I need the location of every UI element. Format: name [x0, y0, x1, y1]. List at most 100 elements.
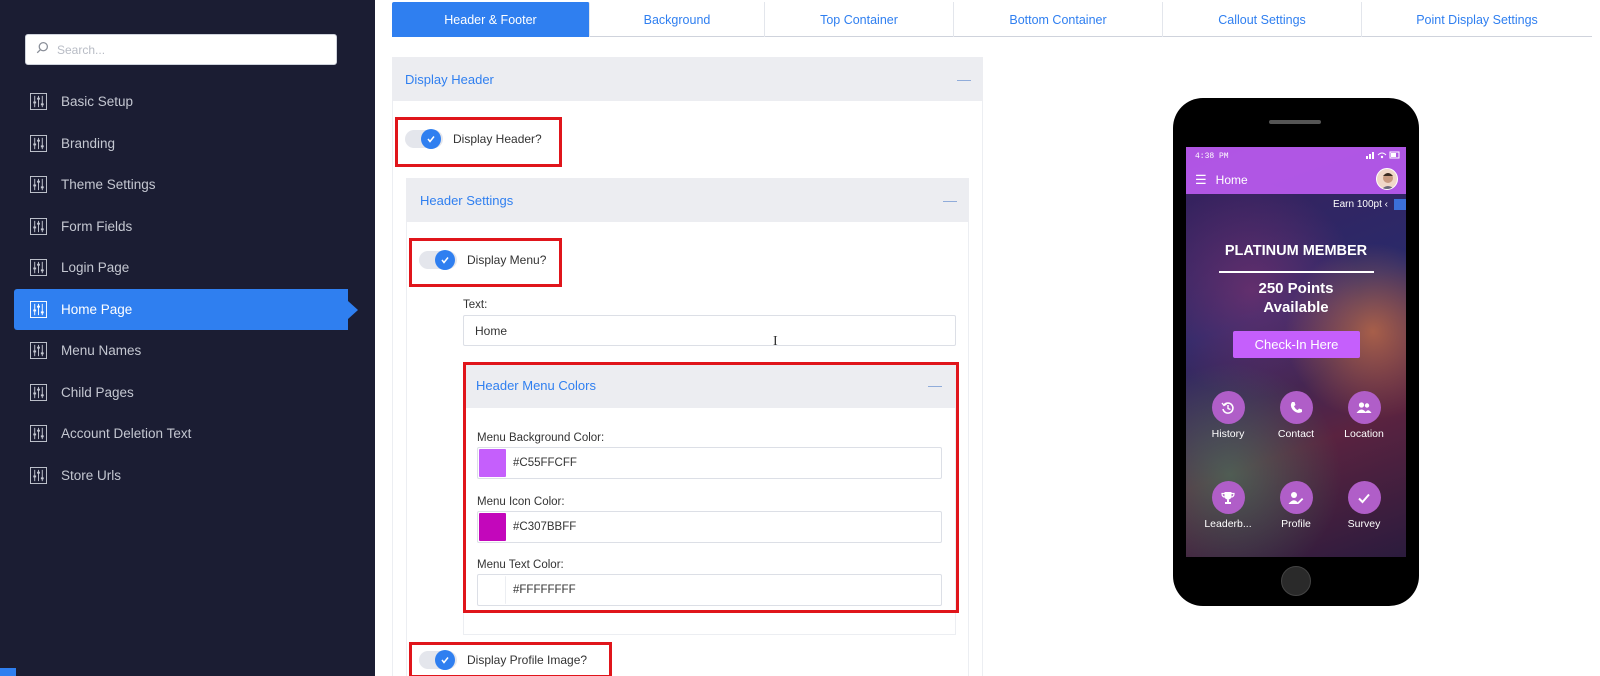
hamburger-menu-icon[interactable]: ☰: [1195, 172, 1207, 188]
app-header-title: Home: [1215, 172, 1248, 187]
sliders-icon: [30, 93, 47, 111]
phone-screen: 4:38 PM ☰ Home Earn 100pt ‹ PLATINUM MEM…: [1186, 147, 1406, 557]
tab-callout-settings[interactable]: Callout Settings: [1163, 2, 1362, 37]
check-icon: [435, 650, 455, 670]
phone-home-button: [1281, 566, 1311, 596]
corner-indicator: [0, 668, 16, 676]
sidebar-nav: Basic Setup Branding Theme Settings Form…: [14, 81, 358, 496]
phone-preview: 4:38 PM ☰ Home Earn 100pt ‹ PLATINUM MEM…: [1173, 98, 1419, 606]
sidebar-item-label: Basic Setup: [61, 94, 134, 110]
tile-label: Location: [1344, 428, 1384, 440]
display-header-toggle[interactable]: [405, 129, 443, 149]
sidebar: Basic Setup Branding Theme Settings Form…: [0, 0, 375, 676]
search-box[interactable]: [25, 34, 337, 65]
sidebar-item-theme-settings[interactable]: Theme Settings: [14, 164, 358, 206]
divider: [1219, 271, 1374, 273]
sidebar-item-label: Login Page: [61, 260, 130, 276]
check-in-button[interactable]: Check-In Here: [1233, 331, 1360, 358]
panel-title: Display Header: [405, 71, 494, 87]
sidebar-item-home-page[interactable]: Home Page: [14, 288, 358, 330]
menu-bg-color-field[interactable]: #C55FFCFF: [477, 447, 942, 479]
phone-speaker: [1269, 120, 1321, 124]
search-icon: [36, 41, 49, 59]
menu-bg-color-label: Menu Background Color:: [477, 432, 605, 444]
sidebar-item-menu-names[interactable]: Menu Names: [14, 330, 358, 372]
color-swatch[interactable]: [479, 513, 506, 541]
history-icon: [1211, 391, 1245, 424]
display-profile-toggle-row[interactable]: Display Profile Image?: [419, 650, 588, 670]
collapse-icon[interactable]: —: [943, 192, 957, 208]
sidebar-item-store-urls[interactable]: Store Urls: [14, 455, 358, 497]
menu-text-color-field[interactable]: #FFFFFFFF: [477, 574, 942, 606]
display-menu-toggle[interactable]: [419, 250, 457, 270]
color-value: #FFFFFFFF: [513, 584, 576, 596]
status-bar: 4:38 PM: [1186, 147, 1406, 165]
panel-title: Header Settings: [420, 192, 514, 208]
color-swatch[interactable]: [479, 449, 506, 477]
color-swatch[interactable]: [479, 576, 506, 604]
sliders-icon: [30, 466, 47, 484]
sliders-icon: [30, 425, 47, 443]
sliders-icon: [30, 259, 47, 277]
sidebar-item-form-fields[interactable]: Form Fields: [14, 206, 358, 248]
leaderboard-tile[interactable]: Leaderb...: [1198, 481, 1258, 530]
menu-icon-color-label: Menu Icon Color:: [477, 496, 565, 508]
contact-tile[interactable]: Contact: [1266, 391, 1326, 440]
sidebar-item-label: Theme Settings: [61, 177, 156, 193]
display-menu-toggle-row[interactable]: Display Menu?: [419, 250, 547, 270]
search-input[interactable]: [57, 42, 317, 57]
sliders-icon: [30, 176, 47, 194]
points-line-1: 250 Points: [1258, 280, 1334, 297]
settings-tabs: Header & Footer Background Top Container…: [392, 2, 1592, 37]
status-time: 4:38 PM: [1195, 151, 1229, 161]
toggle-label: Display Profile Image?: [467, 653, 588, 667]
history-tile[interactable]: History: [1198, 391, 1258, 440]
profile-tile[interactable]: Profile: [1266, 481, 1326, 530]
display-profile-toggle[interactable]: [419, 650, 457, 670]
check-icon: [1347, 481, 1381, 514]
sidebar-item-account-deletion-text[interactable]: Account Deletion Text: [14, 413, 358, 455]
sliders-icon: [30, 134, 47, 152]
toggle-label: Display Menu?: [467, 253, 547, 267]
tab-background[interactable]: Background: [590, 2, 765, 37]
sidebar-item-label: Menu Names: [61, 343, 142, 359]
sidebar-item-basic-setup[interactable]: Basic Setup: [14, 81, 358, 123]
display-header-panel-header[interactable]: Display Header —: [392, 57, 983, 101]
tab-header-footer[interactable]: Header & Footer: [392, 2, 590, 37]
tab-top-container[interactable]: Top Container: [765, 2, 954, 37]
sidebar-item-label: Store Urls: [61, 467, 122, 483]
tab-point-display-settings[interactable]: Point Display Settings: [1362, 2, 1592, 37]
sliders-icon: [30, 383, 47, 401]
signal-battery-icon: [1366, 151, 1400, 162]
tile-label: Leaderb...: [1204, 518, 1252, 530]
color-value: #C55FFCFF: [513, 457, 577, 469]
avatar[interactable]: [1376, 168, 1398, 190]
sidebar-item-login-page[interactable]: Login Page: [14, 247, 358, 289]
share-icon[interactable]: [1394, 198, 1406, 210]
sidebar-item-branding[interactable]: Branding: [14, 123, 358, 165]
text-field-label: Text:: [463, 299, 488, 311]
tile-label: Profile: [1281, 518, 1311, 530]
survey-tile[interactable]: Survey: [1334, 481, 1394, 530]
display-header-toggle-row[interactable]: Display Header?: [405, 129, 542, 149]
menu-text-color-label: Menu Text Color:: [477, 559, 564, 571]
tab-bottom-container[interactable]: Bottom Container: [954, 2, 1163, 37]
sliders-icon: [30, 217, 47, 235]
phone-icon: [1279, 391, 1313, 424]
check-icon: [435, 250, 455, 270]
sidebar-item-child-pages[interactable]: Child Pages: [14, 372, 358, 414]
header-settings-panel-header[interactable]: Header Settings —: [406, 178, 969, 222]
collapse-icon[interactable]: —: [957, 71, 971, 87]
sidebar-item-label: Branding: [61, 135, 116, 151]
points-line-2: Available: [1263, 299, 1329, 316]
text-cursor: I: [773, 334, 778, 349]
sidebar-item-label: Form Fields: [61, 218, 133, 234]
earn-banner: Earn 100pt ‹: [1333, 197, 1406, 211]
earn-text: Earn 100pt ‹: [1332, 198, 1388, 210]
sidebar-item-label: Home Page: [61, 301, 133, 317]
sidebar-item-label: Child Pages: [61, 384, 134, 400]
location-tile[interactable]: Location: [1334, 391, 1394, 440]
check-icon: [421, 129, 441, 149]
menu-text-input[interactable]: [463, 315, 956, 346]
menu-icon-color-field[interactable]: #C307BBFF: [477, 511, 942, 543]
